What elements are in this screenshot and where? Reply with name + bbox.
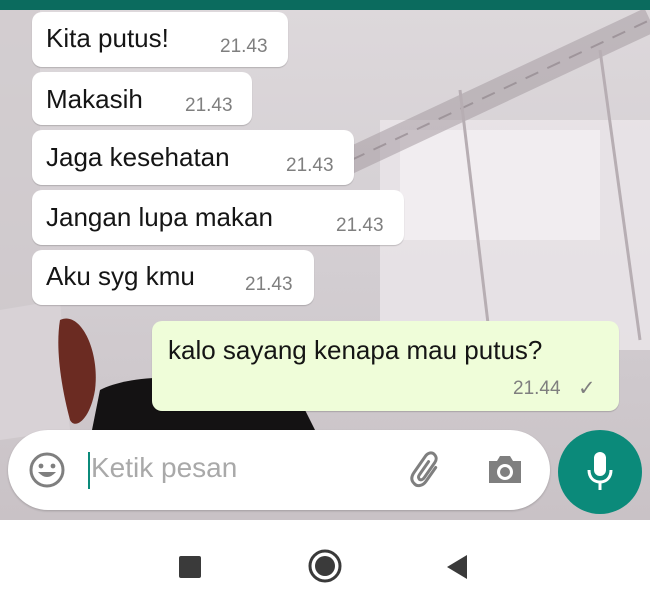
message-time: 21.43: [220, 36, 268, 57]
message-bubble-incoming[interactable]: Makasih 21.43: [32, 72, 252, 125]
message-bubble-incoming[interactable]: Kita putus! 21.43: [32, 12, 288, 67]
mic-button[interactable]: [558, 430, 642, 514]
message-text: Makasih: [46, 84, 143, 114]
camera-icon[interactable]: [485, 452, 525, 488]
message-input[interactable]: Ketik pesan: [91, 452, 237, 484]
message-bubble-incoming[interactable]: Jaga kesehatan 21.43: [32, 130, 354, 185]
message-time: 21.43: [336, 215, 384, 236]
sent-check-icon: ✓: [578, 377, 596, 400]
back-icon[interactable]: [445, 554, 469, 580]
message-time: 21.43: [286, 155, 334, 176]
app-header-strip: [0, 0, 650, 10]
text-cursor: [88, 452, 90, 489]
home-icon[interactable]: [308, 549, 342, 583]
system-navigation-bar: [0, 520, 650, 606]
message-time: 21.43: [245, 274, 293, 295]
message-bubble-outgoing[interactable]: kalo sayang kenapa mau putus? 21.44 ✓: [152, 321, 619, 411]
message-text: Aku syg kmu: [46, 261, 195, 291]
message-text: Kita putus!: [46, 23, 169, 53]
message-text: Jangan lupa makan: [46, 202, 273, 232]
emoji-icon[interactable]: [28, 451, 66, 489]
chat-screen: Kita putus! 21.43 Makasih 21.43 Jaga kes…: [0, 0, 650, 606]
message-composer: Ketik pesan: [8, 430, 550, 510]
message-bubble-incoming[interactable]: Jangan lupa makan 21.43: [32, 190, 404, 245]
message-time: 21.43: [185, 95, 233, 116]
recents-icon[interactable]: [179, 556, 201, 578]
message-bubble-incoming[interactable]: Aku syg kmu 21.43: [32, 250, 314, 305]
attach-icon[interactable]: [406, 449, 448, 491]
message-text: Jaga kesehatan: [46, 142, 230, 172]
message-time: 21.44: [513, 378, 561, 399]
mic-icon: [586, 450, 614, 494]
message-text: kalo sayang kenapa mau putus?: [168, 335, 543, 365]
